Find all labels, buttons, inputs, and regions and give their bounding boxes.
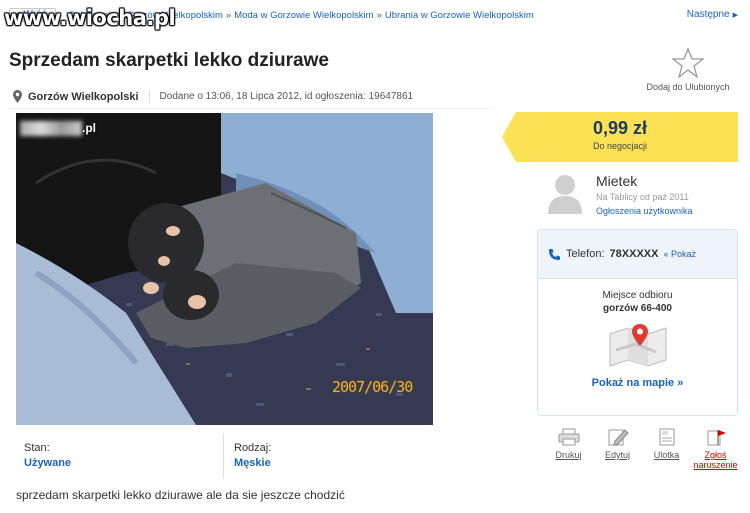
breadcrumb-item[interactable]: Moda w Gorzowie Wielkopolskim — [234, 10, 373, 21]
attribute-condition: Stan: Używane — [16, 434, 223, 478]
price-note: Do negocjacji — [592, 141, 648, 151]
phone-label: Telefon: — [566, 248, 605, 260]
attribute-value[interactable]: Używane — [24, 457, 215, 469]
flyer-button[interactable]: Ulotka — [642, 428, 691, 470]
listing-title: Sprzedam skarpetki lekko dziurawe — [9, 50, 329, 71]
pickup-label: Miejsce odbioru — [602, 290, 673, 301]
action-label: Edytuj — [604, 450, 630, 460]
flyer-icon — [659, 428, 674, 446]
attribute-type: Rodzaj: Męskie — [223, 434, 433, 478]
avatar — [548, 175, 582, 214]
attribute-label: Stan: — [24, 442, 50, 454]
listing-location: Gorzów Wielkopolski — [28, 90, 150, 103]
print-button[interactable]: Drukuj — [544, 428, 593, 470]
edit-icon — [608, 429, 629, 446]
phone-icon — [549, 248, 560, 260]
action-label: Ulotka — [653, 450, 680, 460]
contact-box: Telefon: 78XXXXX « Pokaż Miejsce odbioru… — [537, 229, 738, 416]
next-label: Następne — [686, 9, 730, 20]
breadcrumb-separator: » — [225, 10, 232, 21]
map-icon[interactable] — [606, 320, 670, 370]
star-icon — [672, 48, 704, 78]
listing-attributes: Stan: Używane Rodzaj: Męskie — [16, 434, 433, 478]
seller-since: Na Tablicy od paź 2011 — [596, 192, 689, 202]
location-pin-icon — [13, 90, 22, 103]
seller-info: Mietek Na Tablicy od paź 2011 Ogłoszenia… — [546, 172, 736, 222]
show-phone-link[interactable]: « Pokaż — [663, 249, 696, 259]
report-button[interactable]: Zgłoś naruszenie — [691, 428, 740, 470]
favorites-label: Dodaj do Ulubionych — [646, 82, 730, 92]
phone-number: 78XXXXX — [609, 248, 659, 260]
price-value: 0,99 zł — [592, 118, 648, 138]
printer-icon — [558, 428, 579, 446]
breadcrumb-item[interactable]: Ubrania w Gorzowie Wielkopolskim — [385, 10, 534, 21]
listing-photo[interactable]: .pl 2007/06/30 — [16, 113, 433, 425]
action-label: Zgłoś naruszenie — [693, 450, 738, 470]
next-listing-link[interactable]: Następne ▶ — [687, 9, 738, 20]
phone-row: Telefon: 78XXXXX « Pokaż — [538, 230, 737, 279]
breadcrumb-separator: » — [376, 10, 382, 21]
site-watermark: www.wiocha.pl — [4, 6, 176, 30]
add-to-favorites-button[interactable]: Dodaj do Ulubionych — [638, 48, 738, 92]
pickup-value: gorzów 66-400 — [603, 303, 672, 314]
show-on-map-link[interactable]: Pokaż na mapie » — [538, 377, 737, 389]
edit-button[interactable]: Edytuj — [593, 428, 642, 470]
attribute-label: Rodzaj: — [234, 442, 272, 454]
photo-date-stamp: 2007/06/30 — [332, 378, 413, 396]
attribute-value[interactable]: Męskie — [234, 457, 425, 469]
photo-caption: .pl — [82, 121, 96, 135]
listing-actions: Drukuj Edytuj Ulotka Zgłoś naruszenie — [544, 428, 742, 470]
listing-meta: Gorzów Wielkopolski Dodane o 13:06, 18 L… — [9, 85, 494, 109]
seller-ads-link[interactable]: Ogłoszenia użytkownika — [596, 206, 693, 216]
seller-name: Mietek — [596, 173, 638, 189]
arrow-right-icon: ▶ — [732, 11, 738, 19]
report-flag-icon — [707, 430, 726, 446]
action-label: Drukuj — [555, 450, 582, 460]
listing-added-info: Dodane o 13:06, 18 Lipca 2012, id ogłosz… — [159, 91, 414, 102]
listing-description: sprzedam skarpetki lekko dziurawe ale da… — [16, 488, 345, 502]
blurred-logo — [20, 121, 82, 136]
